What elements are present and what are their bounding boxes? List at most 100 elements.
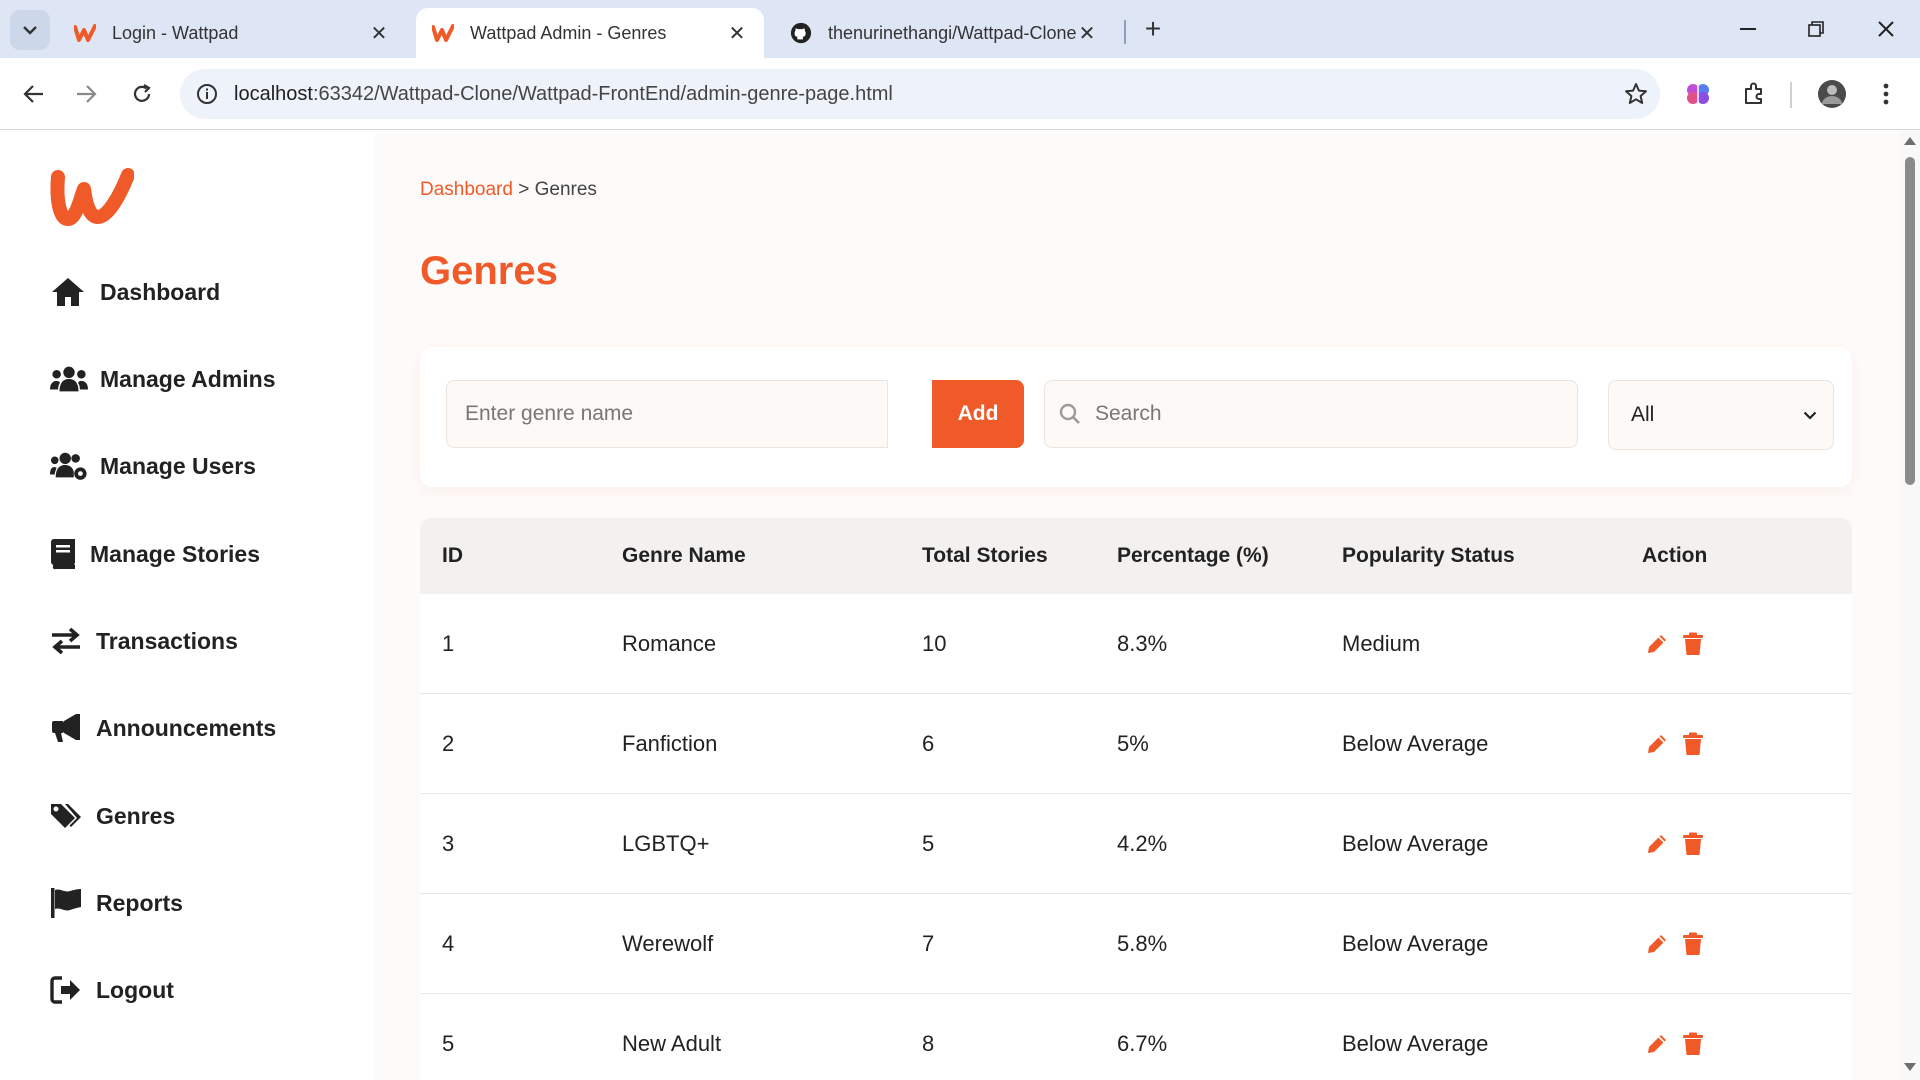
sidebar-item-label: Genres: [96, 802, 176, 829]
tab-title: thenurinethangi/Wattpad-Clone: [828, 22, 1076, 43]
popularity-filter-select[interactable]: All: [1608, 380, 1834, 450]
restore-button[interactable]: [1796, 12, 1836, 46]
sidebar-item-label: Reports: [96, 889, 183, 916]
close-tab-icon[interactable]: ✕: [368, 22, 390, 45]
sidebar-item-dashboard[interactable]: Dashboard: [50, 272, 220, 312]
sidebar-item-manage-admins[interactable]: Manage Admins: [50, 359, 276, 399]
url-host: localhost: [234, 82, 313, 105]
scroll-down-arrow-icon[interactable]: [1904, 1063, 1916, 1071]
exchange-icon: [50, 624, 84, 658]
delete-trash-icon[interactable]: [1678, 929, 1708, 959]
sidebar-item-label: Announcements: [96, 714, 277, 741]
browser-toolbar: localhost:63342/Wattpad-Clone/Wattpad-Fr…: [0, 58, 1920, 130]
address-bar[interactable]: localhost:63342/Wattpad-Clone/Wattpad-Fr…: [180, 69, 1660, 119]
cell-actions: [1642, 829, 1714, 859]
column-header-popularity-status: Popularity Status: [1342, 544, 1515, 567]
browser-menu-icon[interactable]: [1868, 76, 1904, 112]
cell-total-stories: 8: [922, 1030, 935, 1056]
users-cog-icon: [50, 449, 88, 483]
avatar[interactable]: [1814, 76, 1850, 112]
wattpad-logo[interactable]: [50, 161, 135, 227]
github-icon: [790, 22, 812, 44]
minimize-icon: [1740, 28, 1756, 30]
delete-trash-icon[interactable]: [1678, 629, 1708, 659]
edit-pencil-icon[interactable]: [1642, 629, 1672, 659]
book-icon: [50, 537, 78, 571]
cell-total-stories: 5: [922, 830, 935, 856]
search-placeholder: Search: [1095, 402, 1162, 425]
tab-genres[interactable]: Wattpad Admin - Genres ✕: [416, 8, 764, 58]
genre-name-input[interactable]: Enter genre name: [446, 380, 888, 448]
edit-pencil-icon[interactable]: [1642, 829, 1672, 859]
close-window-button[interactable]: [1866, 12, 1906, 46]
brain-extension-icon[interactable]: [1680, 76, 1716, 112]
cell-id: 4: [442, 930, 455, 956]
page-scrollbar[interactable]: [1900, 131, 1920, 1080]
chevron-down-icon: [23, 26, 37, 35]
add-genre-button[interactable]: Add: [932, 380, 1024, 448]
column-header-genre-name: Genre Name: [622, 544, 746, 567]
toolbar-separator: [1790, 82, 1792, 108]
scroll-up-arrow-icon[interactable]: [1904, 137, 1916, 145]
close-icon: [1878, 21, 1894, 37]
forward-button[interactable]: [68, 76, 104, 112]
column-header-total-stories: Total Stories: [922, 544, 1048, 567]
tab-search-button[interactable]: [10, 10, 50, 50]
logout-icon: [50, 973, 84, 1007]
wattpad-icon: [432, 22, 454, 44]
cell-total-stories: 10: [922, 630, 947, 656]
new-tab-button[interactable]: +: [1136, 12, 1170, 46]
edit-pencil-icon[interactable]: [1642, 729, 1672, 759]
delete-trash-icon[interactable]: [1678, 729, 1708, 759]
table-row: 3 LGBTQ+ 5 4.2% Below Average: [420, 794, 1852, 894]
close-tab-icon[interactable]: ✕: [726, 22, 748, 45]
tab-title: Login - Wattpad: [112, 22, 239, 43]
minimize-button[interactable]: [1728, 12, 1768, 46]
cell-percentage: 8.3%: [1117, 630, 1168, 656]
sidebar-item-manage-stories[interactable]: Manage Stories: [50, 534, 260, 574]
cell-id: 2: [442, 730, 455, 756]
sidebar-item-reports[interactable]: Reports: [50, 883, 183, 923]
cell-actions: [1642, 1029, 1714, 1059]
tab-separator: [1124, 20, 1126, 44]
cell-actions: [1642, 729, 1714, 759]
close-tab-icon[interactable]: ✕: [1076, 22, 1098, 45]
cell-percentage: 6.7%: [1117, 1030, 1168, 1056]
cell-percentage: 5%: [1117, 730, 1149, 756]
search-input[interactable]: Search: [1044, 380, 1578, 448]
breadcrumb-dashboard-link[interactable]: Dashboard: [420, 179, 513, 200]
main-content: Dashboard > Genres Genres Enter genre na…: [375, 131, 1900, 1080]
sidebar-item-genres[interactable]: Genres: [50, 796, 175, 836]
tab-title: Wattpad Admin - Genres: [470, 22, 667, 43]
table-header: ID Genre Name Total Stories Percentage (…: [420, 518, 1852, 594]
bookmark-star-icon[interactable]: [1612, 82, 1660, 106]
sidebar-item-transactions[interactable]: Transactions: [50, 621, 238, 661]
tab-login[interactable]: Login - Wattpad ✕: [58, 8, 406, 58]
sidebar-item-announcements[interactable]: Announcements: [50, 708, 276, 748]
edit-pencil-icon[interactable]: [1642, 1029, 1672, 1059]
sidebar-item-manage-users[interactable]: Manage Users: [50, 446, 256, 486]
scrollbar-thumb[interactable]: [1905, 157, 1915, 485]
page-title: Genres: [420, 249, 558, 293]
delete-trash-icon[interactable]: [1678, 1029, 1708, 1059]
search-icon: [1045, 403, 1095, 425]
users-icon: [50, 362, 88, 396]
delete-trash-icon[interactable]: [1678, 829, 1708, 859]
cell-genre-name: Werewolf: [622, 930, 714, 956]
restore-icon: [1808, 21, 1824, 37]
reload-button[interactable]: [124, 76, 160, 112]
back-button[interactable]: [16, 76, 52, 112]
sidebar-item-label: Manage Users: [100, 452, 256, 479]
bullhorn-icon: [50, 711, 84, 745]
home-icon: [50, 275, 88, 309]
tab-github[interactable]: thenurinethangi/Wattpad-Clone ✕: [774, 8, 1114, 58]
extensions-icon[interactable]: [1736, 76, 1772, 112]
sidebar-item-logout[interactable]: Logout: [50, 970, 174, 1010]
edit-pencil-icon[interactable]: [1642, 929, 1672, 959]
arrow-right-icon: [77, 85, 97, 103]
site-info-icon[interactable]: [180, 83, 234, 105]
browser-tab-bar: Login - Wattpad ✕ Wattpad Admin - Genres…: [0, 0, 1920, 58]
cell-total-stories: 6: [922, 730, 935, 756]
flag-icon: [50, 886, 84, 920]
table-row: 2 Fanfiction 6 5% Below Average: [420, 694, 1852, 794]
